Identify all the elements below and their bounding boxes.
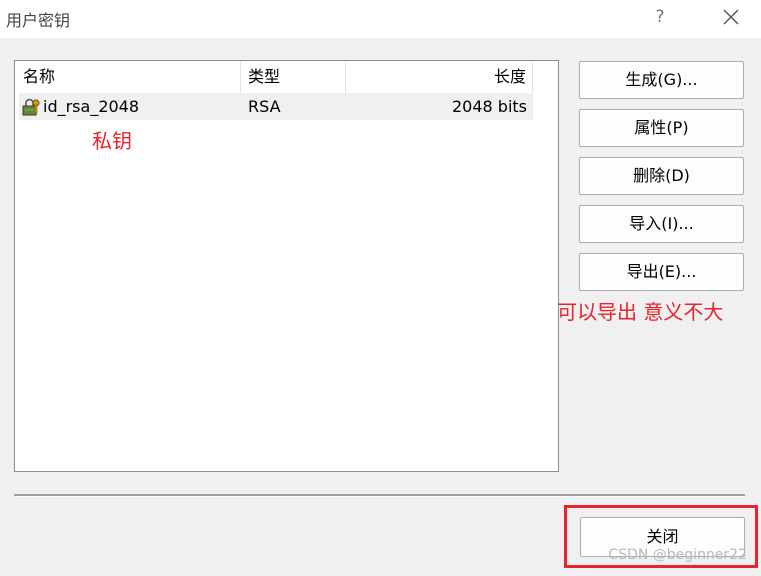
- help-button[interactable]: ?: [648, 4, 672, 30]
- window-title: 用户密钥: [6, 11, 71, 30]
- annotation-private-key: 私钥: [92, 129, 132, 153]
- key-list-header: 名称 类型 长度: [15, 61, 558, 93]
- watermark: CSDN @beginner22: [608, 547, 747, 563]
- column-header-type[interactable]: 类型: [241, 61, 346, 93]
- key-list[interactable]: 名称 类型 长度 id_rsa_2048 RSA 2048 bits: [14, 60, 559, 472]
- import-button[interactable]: 导入(I)...: [579, 205, 744, 243]
- key-length: 2048 bits: [451, 97, 527, 116]
- properties-button[interactable]: 属性(P): [579, 109, 744, 147]
- key-name: id_rsa_2048: [43, 97, 140, 116]
- delete-button[interactable]: 删除(D): [579, 157, 744, 195]
- generate-button[interactable]: 生成(G)...: [579, 61, 744, 99]
- separator: [14, 494, 745, 497]
- key-icon: [21, 97, 41, 117]
- window-close-button[interactable]: [716, 4, 746, 30]
- column-header-name[interactable]: 名称: [15, 61, 241, 93]
- title-bar: 用户密钥 ?: [0, 0, 761, 38]
- key-row[interactable]: id_rsa_2048 RSA 2048 bits: [19, 93, 533, 120]
- export-button[interactable]: 导出(E)...: [579, 253, 744, 291]
- annotation-export-note: 可以导出 意义不大: [557, 300, 724, 324]
- close-icon: [723, 9, 739, 25]
- column-header-length[interactable]: 长度: [346, 61, 533, 93]
- key-type: RSA: [248, 97, 281, 116]
